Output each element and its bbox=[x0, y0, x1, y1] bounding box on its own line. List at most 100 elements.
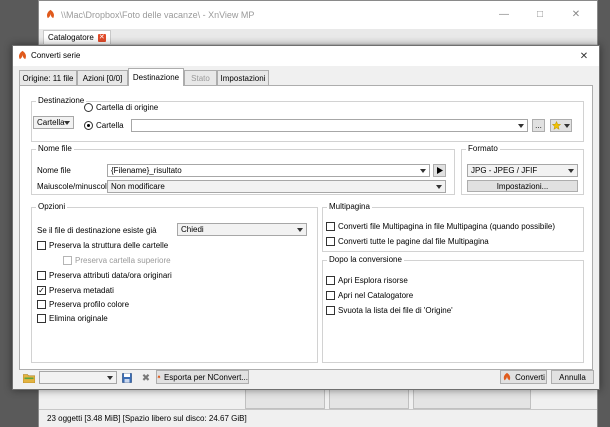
play-arrow-icon bbox=[436, 167, 443, 174]
esporta-nconvert-button[interactable]: Esporta per NConvert... bbox=[156, 370, 249, 384]
multipagina-tutte-pagine-label: Converti tutte le pagine dal file Multip… bbox=[338, 237, 489, 246]
file-exists-value: Chiedi bbox=[181, 225, 204, 234]
star-icon bbox=[552, 121, 561, 130]
converti-serie-dialog: Converti serie ✕ Origine: 11 file Azioni… bbox=[12, 45, 600, 390]
tab-impostazioni[interactable]: Impostazioni bbox=[217, 70, 269, 85]
background-panels bbox=[245, 389, 535, 409]
preserva-cartella-superiore-label: Preserva cartella superiore bbox=[75, 256, 171, 265]
xnview-app-icon bbox=[47, 9, 54, 19]
insert-token-button[interactable] bbox=[433, 164, 446, 177]
chevron-down-icon bbox=[518, 124, 524, 128]
esporta-nconvert-label: Esporta per NConvert... bbox=[163, 372, 248, 382]
maximize-icon[interactable]: □ bbox=[533, 7, 547, 21]
format-settings-button[interactable]: Impostazioni... bbox=[467, 180, 578, 192]
chevron-down-icon bbox=[297, 228, 303, 232]
chevron-down-icon bbox=[420, 169, 426, 173]
save-icon bbox=[122, 373, 132, 383]
radio-cartella-di-origine-label: Cartella di origine bbox=[96, 103, 159, 112]
format-select-value: JPG - JPEG / JFIF bbox=[471, 166, 538, 175]
delete-x-icon: ✖ bbox=[141, 372, 151, 384]
preserva-cartella-superiore-checkbox bbox=[63, 256, 72, 265]
dialog-title: Converti serie bbox=[31, 51, 81, 60]
apri-esplora-risorse-label: Apri Esplora risorse bbox=[338, 276, 408, 285]
background-tab-row: Catalogatore ✕ bbox=[39, 29, 597, 45]
radio-cartella-label: Cartella bbox=[96, 121, 124, 130]
tab-origine[interactable]: Origine: 11 file bbox=[19, 70, 77, 85]
folder-icon bbox=[23, 374, 35, 383]
preserva-struttura-cartelle-label: Preserva la struttura delle cartelle bbox=[49, 241, 169, 250]
dialog-close-icon[interactable]: ✕ bbox=[577, 49, 591, 63]
tab-panel-destinazione: Destinazione Cartella Cartella di origin… bbox=[19, 85, 593, 370]
preserva-metadati-checkbox[interactable]: ✓ bbox=[37, 286, 46, 295]
xnview-app-icon bbox=[157, 375, 161, 379]
minimize-icon[interactable]: — bbox=[497, 7, 511, 21]
load-preset-button[interactable] bbox=[23, 372, 35, 384]
chevron-down-icon bbox=[568, 169, 574, 173]
background-title-bar: \\Mac\Dropbox\Foto delle vacanze\ - XnVi… bbox=[39, 1, 597, 29]
nome-file-label: Nome file bbox=[37, 166, 71, 175]
radio-cartella[interactable] bbox=[84, 121, 93, 130]
background-panel bbox=[329, 389, 409, 409]
group-multipagina-label: Multipagina bbox=[327, 202, 372, 211]
group-formato-label: Formato bbox=[466, 144, 500, 153]
preserva-attributi-data-checkbox[interactable] bbox=[37, 271, 46, 280]
tab-catalogatore-label: Catalogatore bbox=[48, 33, 94, 42]
destination-mode-select[interactable]: Cartella bbox=[33, 116, 74, 129]
tab-catalogatore[interactable]: Catalogatore ✕ bbox=[43, 30, 111, 44]
radio-cartella-di-origine[interactable] bbox=[84, 103, 93, 112]
apri-nel-catalogatore-label: Apri nel Catalogatore bbox=[338, 291, 414, 300]
tab-close-icon[interactable]: ✕ bbox=[97, 33, 106, 42]
group-destinazione-label: Destinazione bbox=[36, 96, 87, 105]
maiuscole-minuscole-label: Maiuscole/minuscole bbox=[37, 182, 112, 191]
case-select[interactable]: Non modificare bbox=[107, 180, 446, 193]
tab-azioni[interactable]: Azioni [0/0] bbox=[77, 70, 128, 85]
preserva-struttura-cartelle-checkbox[interactable] bbox=[37, 241, 46, 250]
nome-file-input[interactable]: {Filename}_risultato bbox=[107, 164, 430, 177]
chevron-down-icon bbox=[564, 123, 570, 128]
apri-nel-catalogatore-checkbox[interactable] bbox=[326, 291, 335, 300]
chevron-down-icon bbox=[107, 376, 113, 380]
tab-stato: Stato bbox=[184, 70, 217, 85]
background-panel bbox=[245, 389, 325, 409]
background-panel bbox=[413, 389, 531, 409]
preserva-attributi-data-label: Preserva attributi data/ora originari bbox=[49, 271, 172, 280]
converti-button[interactable]: Converti bbox=[500, 370, 547, 384]
tab-destinazione[interactable]: Destinazione bbox=[128, 68, 184, 86]
preserva-metadati-label: Preserva metadati bbox=[49, 286, 114, 295]
elimina-originale-label: Elimina originale bbox=[49, 314, 108, 323]
preserva-profilo-colore-label: Preserva profilo colore bbox=[49, 300, 130, 309]
elimina-originale-checkbox[interactable] bbox=[37, 314, 46, 323]
svuota-lista-origine-checkbox[interactable] bbox=[326, 306, 335, 315]
nome-file-value: {Filename}_risultato bbox=[111, 166, 182, 175]
case-select-value: Non modificare bbox=[111, 182, 165, 191]
xnview-app-icon bbox=[503, 372, 511, 381]
file-exists-label: Se il file di destinazione esiste già bbox=[37, 226, 157, 235]
close-icon[interactable]: ✕ bbox=[569, 7, 583, 21]
converti-label: Converti bbox=[515, 372, 545, 382]
multipagina-converti-label: Converti file Multipagina in file Multip… bbox=[338, 222, 556, 231]
status-text: 23 oggetti [3.48 MiB] [Spazio libero sul… bbox=[47, 414, 247, 423]
delete-preset-button[interactable]: ✖ bbox=[140, 372, 152, 384]
group-opzioni-label: Opzioni bbox=[36, 202, 68, 211]
chevron-down-icon bbox=[436, 185, 442, 189]
annulla-button[interactable]: Annulla bbox=[551, 370, 594, 384]
chevron-down-icon bbox=[64, 121, 70, 125]
favorites-button[interactable] bbox=[550, 119, 572, 132]
save-preset-button[interactable] bbox=[121, 372, 133, 384]
multipagina-tutte-pagine-checkbox[interactable] bbox=[326, 237, 335, 246]
xnview-app-icon bbox=[19, 50, 26, 60]
format-select[interactable]: JPG - JPEG / JFIF bbox=[467, 164, 578, 177]
dialog-title-bar: Converti serie ✕ bbox=[13, 46, 599, 66]
preserva-profilo-colore-checkbox[interactable] bbox=[37, 300, 46, 309]
browse-folder-button[interactable]: ... bbox=[532, 119, 545, 132]
apri-esplora-risorse-checkbox[interactable] bbox=[326, 276, 335, 285]
preset-select[interactable] bbox=[39, 371, 117, 384]
file-exists-select[interactable]: Chiedi bbox=[177, 223, 307, 236]
background-status-bar: 23 oggetti [3.48 MiB] [Spazio libero sul… bbox=[39, 409, 597, 427]
destination-mode-value: Cartella bbox=[37, 118, 65, 127]
svuota-lista-origine-label: Svuota la lista dei file di 'Origine' bbox=[338, 306, 453, 315]
group-nome-file-label: Nome file bbox=[36, 144, 74, 153]
folder-path-input[interactable] bbox=[131, 119, 528, 132]
background-window-title: \\Mac\Dropbox\Foto delle vacanze\ - XnVi… bbox=[61, 10, 255, 20]
multipagina-converti-checkbox[interactable] bbox=[326, 222, 335, 231]
